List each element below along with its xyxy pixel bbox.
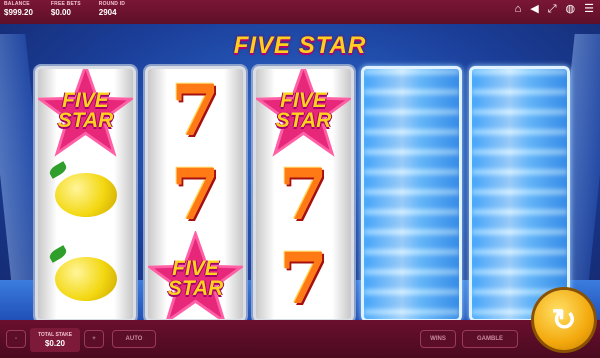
- star-text: FIVE STAR: [57, 89, 114, 132]
- seven-symbol: 7: [148, 69, 243, 153]
- star-text-line2: STAR: [57, 109, 114, 132]
- game-logo: FIVE STAR: [233, 32, 367, 59]
- sound-icon[interactable]: ◀: [530, 4, 538, 15]
- refresh-icon: ↻: [551, 303, 577, 337]
- fullscreen-icon[interactable]: ⤢: [548, 4, 557, 15]
- star-badge: FIVE STAR: [38, 69, 133, 159]
- total-stake-value: $0.20: [44, 339, 66, 348]
- auto-button[interactable]: AUTO: [112, 330, 156, 348]
- spin-button[interactable]: ↻: [534, 290, 594, 350]
- round-id-label: ROUND ID: [98, 1, 126, 7]
- five-star-symbol: FIVE STAR: [38, 69, 133, 157]
- home-icon[interactable]: ⌂: [515, 4, 522, 15]
- reel-5-spinning: [469, 66, 570, 320]
- leaf-icon: [47, 245, 68, 263]
- free-bets-value: $0.00: [50, 8, 71, 17]
- seven-symbol: 7: [256, 237, 351, 320]
- settings-icon[interactable]: ◍: [566, 4, 576, 15]
- seven-text: 7: [171, 153, 220, 236]
- lemon-symbol: [38, 153, 133, 237]
- lemon-symbol: [38, 237, 133, 319]
- star-badge: FIVE STAR: [148, 231, 243, 319]
- total-stake: TOTAL STAKE $0.20: [30, 328, 80, 352]
- top-bar: BALANCE $999.20 FREE BETS $0.00 ROUND ID…: [0, 0, 600, 24]
- star-text-line1: FIVE: [62, 89, 109, 112]
- star-text-line2: STAR: [167, 277, 224, 300]
- total-stake-label: TOTAL STAKE: [37, 332, 73, 338]
- five-star-symbol: FIVE STAR: [256, 69, 351, 157]
- star-text-line1: FIVE: [172, 257, 219, 280]
- balance-value: $999.20: [4, 8, 33, 17]
- seven-symbol: 7: [256, 153, 351, 237]
- gamble-button[interactable]: GAMBLE: [462, 330, 518, 348]
- star-text: FIVE STAR: [275, 89, 332, 132]
- decrease-stake-button[interactable]: -: [6, 330, 26, 348]
- menu-icon[interactable]: ☰: [584, 4, 594, 15]
- balance-stat: BALANCE $999.20: [4, 2, 33, 17]
- reel-3: FIVE STAR 7 7: [253, 66, 354, 320]
- lemon-icon: [47, 245, 117, 301]
- round-id-stat: ROUND ID 2904: [99, 2, 125, 17]
- star-text-line1: FIVE: [280, 89, 327, 112]
- bottom-bar: - TOTAL STAKE $0.20 + AUTO WINS GAMBLE: [0, 320, 600, 358]
- seven-text: 7: [171, 69, 220, 152]
- seven-text: 7: [279, 153, 328, 236]
- lemon-icon: [47, 161, 117, 217]
- increase-stake-button[interactable]: +: [84, 330, 104, 348]
- game-stage: FIVE STAR FIVE STAR 7 7 FIVE STAR FIVE S…: [0, 24, 600, 320]
- five-star-symbol: FIVE STAR: [148, 231, 243, 319]
- star-text: FIVE STAR: [167, 257, 224, 300]
- round-id-value: 2904: [98, 8, 117, 17]
- free-bets-stat: FREE BETS $0.00: [51, 2, 81, 17]
- reel-1: FIVE STAR: [35, 66, 136, 320]
- star-text-line2: STAR: [275, 109, 332, 132]
- reel-4-spinning: [361, 66, 462, 320]
- free-bets-label: FREE BETS: [50, 1, 81, 7]
- wins-button[interactable]: WINS: [420, 330, 456, 348]
- leaf-icon: [47, 161, 68, 179]
- top-icons: ⌂ ◀ ⤢ ◍ ☰: [515, 4, 594, 15]
- seven-text: 7: [279, 237, 328, 320]
- reel-2: 7 7 FIVE STAR: [145, 66, 246, 320]
- star-badge: FIVE STAR: [256, 69, 351, 159]
- balance-label: BALANCE: [4, 1, 30, 7]
- seven-symbol: 7: [148, 153, 243, 237]
